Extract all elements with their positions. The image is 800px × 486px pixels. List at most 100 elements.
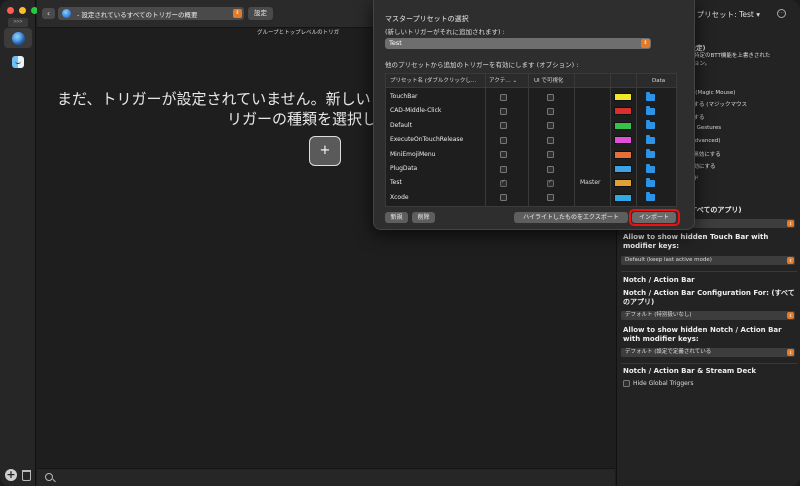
folder-icon[interactable] — [646, 163, 655, 173]
main-bottom-bar — [37, 468, 615, 486]
notch-section-title: Notch / Action Bar — [623, 276, 695, 284]
master-label: Master — [580, 179, 601, 187]
scope-select[interactable]: - 設定されているすべてのトリガーの概要 ⇕ — [58, 7, 244, 20]
minimize-window-button[interactable] — [19, 7, 26, 14]
visible-checkbox[interactable] — [547, 107, 554, 115]
sidebar-item-finder[interactable] — [4, 52, 32, 72]
preset-name: Test — [390, 179, 402, 187]
table-row[interactable]: TouchBar — [386, 90, 676, 104]
visible-checkbox[interactable] — [547, 194, 554, 202]
folder-icon[interactable] — [646, 149, 655, 159]
empty-message-line1: まだ、トリガーが設定されていません。新しい — [57, 90, 371, 108]
visible-checkbox[interactable] — [547, 179, 554, 187]
presets-table: プリセット名 (ダブルクリックし… アクテ… ⌄ UI で可視化 Data To… — [385, 73, 677, 207]
finder-icon — [12, 56, 24, 68]
globe-icon — [11, 31, 25, 45]
preset-name: Xcode — [390, 193, 409, 201]
active-checkbox[interactable] — [500, 93, 507, 101]
visible-checkbox[interactable] — [547, 136, 554, 144]
chevron-updown-icon: ⇕ — [787, 220, 794, 227]
app-window: >>> + ‹ - 設定されているすべてのトリガーの概要 ⇕ 設定 グループとト… — [0, 0, 800, 486]
export-highlighted-button[interactable]: ハイライトしたものをエクスポート — [514, 212, 628, 223]
table-row[interactable]: MiniEmojiMenu — [386, 148, 676, 162]
new-preset-button[interactable]: 新規 — [385, 212, 408, 223]
delete-preset-button[interactable]: 削除 — [412, 212, 435, 223]
scope-heading-partial: (すべてのアプリ) — [687, 206, 742, 214]
settings-button[interactable]: 設定 — [248, 7, 273, 20]
folder-icon[interactable] — [646, 105, 655, 115]
master-preset-dialog: マスタープリセットの選択 (新しいトリガーがそれに追加されます) : Test … — [373, 0, 695, 230]
notch-hidden-label: Allow to show hidden Notch / Action Bar … — [623, 326, 782, 343]
table-row[interactable]: ExecuteOnTouchRelease — [386, 133, 676, 147]
active-checkbox[interactable] — [500, 165, 507, 173]
empty-message-line2: リガーの種類を選択し — [227, 110, 378, 128]
preset-name: Default — [390, 121, 412, 129]
preset-color-swatch[interactable] — [614, 121, 632, 130]
visible-checkbox[interactable] — [547, 122, 554, 130]
active-checkbox[interactable] — [500, 122, 507, 130]
window-controls — [7, 7, 38, 14]
folder-icon[interactable] — [646, 192, 655, 202]
active-checkbox[interactable] — [500, 194, 507, 202]
enable-presets-label: 他のプリセットから追加のトリガーを有効にします (オプション) : — [385, 61, 579, 69]
preset-color-swatch[interactable] — [614, 136, 632, 145]
folder-icon[interactable] — [646, 120, 655, 130]
touchbar-hidden-label: Allow to show hidden Touch Bar with modi… — [623, 233, 769, 250]
table-header: プリセット名 (ダブルクリックし… アクテ… ⌄ UI で可視化 Data — [386, 74, 676, 88]
folder-icon[interactable] — [646, 134, 655, 144]
add-app-button[interactable]: + — [5, 469, 17, 481]
preset-name: MiniEmojiMenu — [390, 150, 436, 158]
column-header-active[interactable]: アクテ… ⌄ — [489, 74, 525, 88]
hide-global-label: Hide Global Triggers — [633, 380, 694, 387]
column-header-visible[interactable]: UI で可視化 — [534, 74, 574, 88]
table-row[interactable]: CAD-Middle-Click — [386, 104, 676, 118]
preset-color-swatch[interactable] — [614, 93, 632, 101]
folder-icon[interactable] — [646, 177, 655, 187]
folder-icon[interactable] — [646, 91, 655, 101]
import-highlight-outline — [629, 209, 680, 226]
stream-section-title: Notch / Action Bar & Stream Deck — [623, 367, 757, 375]
visible-checkbox[interactable] — [547, 151, 554, 159]
preset-color-swatch[interactable] — [614, 150, 632, 159]
search-icon[interactable] — [45, 473, 53, 481]
visible-checkbox[interactable] — [547, 165, 554, 173]
table-row[interactable]: PlugData — [386, 162, 676, 176]
trash-icon[interactable] — [22, 470, 31, 481]
active-checkbox[interactable] — [500, 179, 507, 187]
dialog-title: マスタープリセットの選択 — [385, 15, 469, 23]
preset-color-swatch[interactable] — [614, 179, 632, 188]
master-preset-value: Test — [389, 39, 402, 47]
preset-name: PlugData — [390, 165, 418, 172]
notch-hidden-select[interactable]: デフォルト (設定で定義されている ⇕ — [621, 348, 795, 357]
table-row[interactable]: Xcode — [386, 191, 676, 205]
add-trigger-button[interactable]: + — [309, 136, 341, 166]
touchbar-hidden-select[interactable]: Default (keep last active mode) ⇕ — [621, 256, 795, 265]
sidebar-item-global[interactable] — [4, 28, 32, 48]
collapse-sidebar-button[interactable]: >>> — [8, 18, 28, 27]
table-row[interactable]: Test Master — [386, 176, 676, 190]
column-header-data[interactable]: Data — [652, 74, 676, 88]
divider — [621, 363, 797, 364]
hide-global-checkbox[interactable] — [623, 380, 630, 387]
dialog-subtitle: (新しいトリガーがそれに追加されます) : — [385, 28, 505, 36]
notch-config-select[interactable]: デフォルト (特別扱いなし) ⇕ — [621, 311, 795, 320]
column-header-name[interactable]: プリセット名 (ダブルクリックし… — [390, 74, 484, 88]
notch-config-label: Notch / Action Bar Configuration For: (す… — [623, 289, 795, 306]
chevron-updown-icon: ⇕ — [787, 349, 794, 356]
table-row[interactable]: Default — [386, 119, 676, 133]
close-window-button[interactable] — [7, 7, 14, 14]
active-checkbox[interactable] — [500, 107, 507, 115]
preset-color-swatch[interactable] — [614, 165, 632, 173]
back-button[interactable]: ‹ — [42, 8, 55, 19]
master-preset-select[interactable]: Test ⇕ — [385, 38, 651, 49]
active-checkbox[interactable] — [500, 151, 507, 159]
preset-name: TouchBar — [390, 93, 418, 100]
preset-selector[interactable]: プリセット: Test ▾ — [697, 9, 760, 20]
visible-checkbox[interactable] — [547, 93, 554, 101]
more-options-icon[interactable]: ··· — [777, 9, 786, 18]
scope-select-label: - 設定されているすべてのトリガーの概要 — [77, 10, 198, 19]
preset-color-swatch[interactable] — [614, 193, 632, 202]
active-checkbox[interactable] — [500, 136, 507, 144]
preset-color-swatch[interactable] — [614, 107, 632, 116]
touchbar-hidden-value: Default (keep last active mode) — [625, 257, 712, 263]
